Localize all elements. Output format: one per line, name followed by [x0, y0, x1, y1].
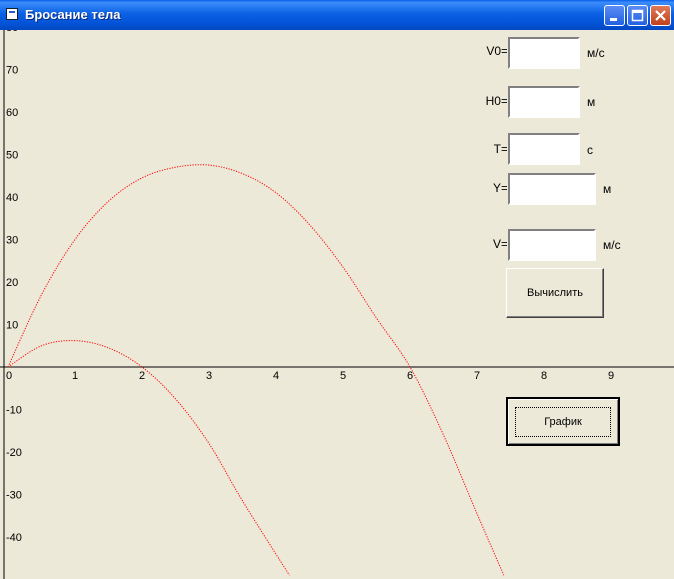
app-icon — [6, 8, 18, 20]
y-tick-label: -40 — [6, 532, 22, 544]
x-tick-label: 6 — [407, 370, 413, 382]
close-icon — [655, 10, 666, 21]
v-unit: м/с — [603, 238, 621, 252]
maximize-icon — [631, 9, 644, 22]
h0-unit: м — [587, 95, 596, 109]
client-area: 0 1 2 3 4 5 6 7 8 9 80 70 60 50 40 30 20 10 -10 -20 -30 -40 V… — [0, 30, 674, 579]
x-tick-label: 5 — [340, 370, 346, 382]
x-tick-label: 1 — [72, 370, 78, 382]
v-label: V= — [492, 237, 508, 251]
x-tick-label: 4 — [273, 370, 279, 382]
y-tick-label: -10 — [6, 405, 22, 417]
y-tick-label: 20 — [6, 277, 18, 289]
calculate-button[interactable]: Вычислить — [506, 268, 604, 318]
h0-label: H0= — [485, 94, 508, 108]
t-input[interactable] — [507, 132, 581, 166]
y-tick-label: 40 — [6, 192, 18, 204]
v0-input[interactable] — [507, 36, 581, 70]
x-tick-label: 8 — [541, 370, 547, 382]
y-input[interactable] — [507, 172, 597, 206]
trajectory-curve-2 — [7, 340, 290, 576]
graph-button-label: График — [515, 406, 611, 437]
chart-curves — [7, 164, 505, 576]
v-input[interactable] — [507, 228, 597, 262]
y-tick-label: 60 — [6, 107, 18, 119]
title-bar[interactable]: Бросание тела — [0, 0, 674, 30]
maximize-button[interactable] — [627, 5, 648, 26]
v0-label: V0= — [486, 44, 508, 58]
t-label: T= — [493, 142, 508, 156]
y-tick-label: 10 — [6, 320, 18, 332]
h0-input[interactable] — [507, 85, 581, 119]
x-tick-label: 9 — [608, 370, 614, 382]
minimize-icon — [610, 18, 617, 21]
minimize-button[interactable] — [604, 5, 625, 26]
y-tick-label: 50 — [6, 150, 18, 162]
y-unit: м — [603, 182, 612, 196]
window-title: Бросание тела — [25, 7, 121, 22]
y-tick-label: -30 — [6, 490, 22, 502]
y-label: Y= — [492, 181, 508, 195]
x-tick-label: 2 — [139, 370, 145, 382]
graph-button[interactable]: График — [506, 397, 620, 446]
y-tick-label: 30 — [6, 235, 18, 247]
y-tick-label: 70 — [6, 65, 18, 77]
t-unit: с — [587, 143, 593, 157]
calculate-button-label: Вычислить — [527, 287, 583, 299]
y-tick-label: -20 — [6, 447, 22, 459]
y-tick-label: 80 — [6, 30, 18, 34]
trajectory-curve-1 — [7, 164, 505, 576]
x-tick-label: 7 — [474, 370, 480, 382]
v0-unit: м/с — [587, 46, 605, 60]
x-tick-label: 3 — [206, 370, 212, 382]
x-tick-label: 0 — [6, 370, 12, 382]
close-button[interactable] — [650, 5, 671, 26]
